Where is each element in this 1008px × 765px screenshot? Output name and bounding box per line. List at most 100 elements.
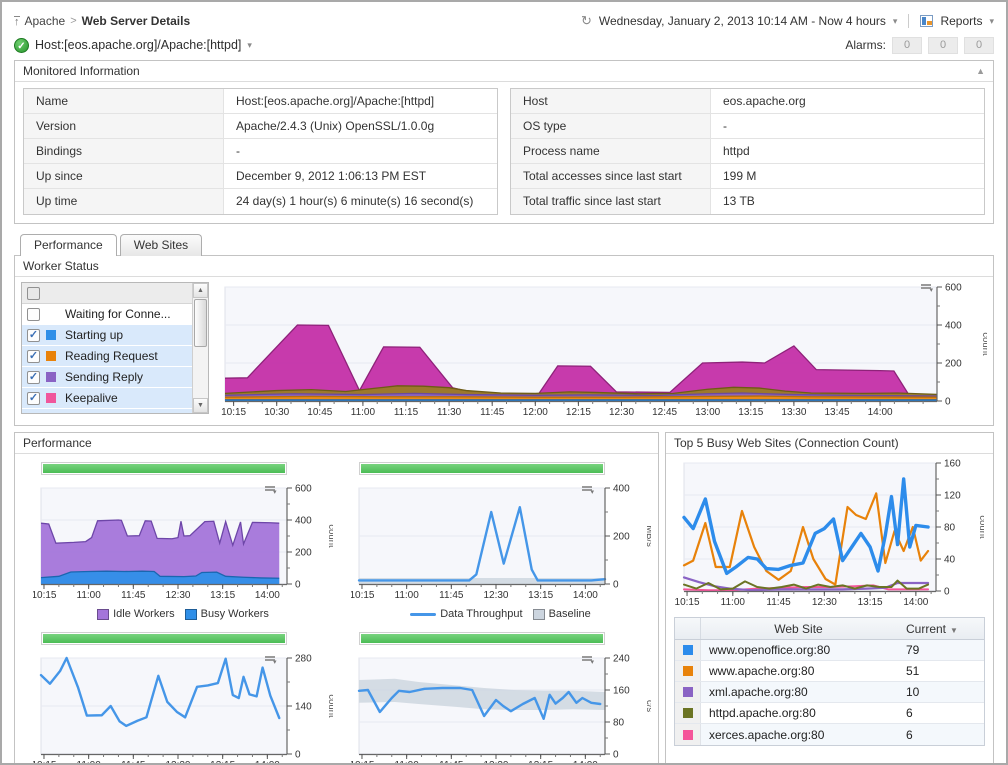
alarm-count[interactable]: 0 — [928, 37, 958, 54]
info-row: Up time24 day(s) 1 hour(s) 6 minute(s) 1… — [24, 189, 497, 214]
site-name: www.apache.org:80 — [701, 664, 896, 678]
info-label: Up time — [24, 189, 224, 214]
top-bar: ↑ Apache > Web Server Details ↻ Wednesda… — [14, 10, 994, 32]
series-row: ✓Reading Request — [22, 346, 192, 367]
table-row[interactable]: xerces.apache.org:806 — [675, 724, 984, 745]
svg-text:13:15: 13:15 — [210, 760, 235, 765]
chart-menu-icon[interactable]: ▾ — [919, 282, 933, 295]
open-connections-chart: 10:1511:0011:4512:3013:1514:000140280cou… — [33, 653, 337, 765]
collapse-icon[interactable]: ▲ — [976, 66, 985, 76]
series-label: Keepalive — [65, 391, 118, 405]
svg-text:11:45: 11:45 — [121, 760, 146, 765]
svg-text:12:30: 12:30 — [483, 590, 508, 601]
host-caret-icon[interactable]: ▾ — [247, 40, 252, 51]
svg-text:count: count — [977, 515, 984, 539]
breadcrumb-separator: > — [70, 15, 76, 27]
chart-menu-icon[interactable]: ▾ — [263, 654, 277, 667]
table-row[interactable]: www.apache.org:8051 — [675, 661, 984, 682]
svg-text:160: 160 — [613, 686, 630, 697]
site-color-swatch — [683, 666, 693, 676]
svg-text:10:15: 10:15 — [33, 760, 57, 765]
up-level-icon[interactable]: ↑ — [14, 16, 20, 27]
info-row: OS type- — [511, 114, 984, 139]
svg-text:14:00: 14:00 — [868, 407, 893, 418]
info-label: Up since — [24, 164, 224, 188]
alarm-count[interactable]: 0 — [964, 37, 994, 54]
col-web-site[interactable]: Web Site — [701, 622, 896, 636]
tab-web-sites[interactable]: Web Sites — [120, 234, 202, 256]
legend-item: Data Throughput — [410, 608, 522, 620]
svg-text:13:15: 13:15 — [210, 590, 235, 601]
site-current-value: 6 — [896, 728, 984, 742]
col-current[interactable]: Current▼ — [896, 622, 984, 636]
host-selector-label: Host:[eos.apache.org]/Apache:[httpd] — [35, 38, 241, 52]
svg-text:200: 200 — [945, 359, 962, 370]
table-row[interactable]: httpd.apache.org:806 — [675, 703, 984, 724]
svg-text:0: 0 — [945, 397, 951, 408]
svg-text:10:30: 10:30 — [264, 407, 289, 418]
scroll-up-icon[interactable]: ▲ — [193, 283, 208, 298]
info-label: Total accesses since last start — [511, 164, 711, 188]
legend-swatch — [185, 609, 197, 620]
svg-text:14:00: 14:00 — [572, 590, 597, 601]
svg-text:40: 40 — [944, 555, 956, 566]
legend-item: Idle Workers — [97, 608, 175, 620]
scrollbar[interactable]: ▲ ▼ — [192, 283, 208, 413]
series-checkbox[interactable] — [27, 308, 40, 321]
svg-text:MB/s: MB/s — [644, 525, 651, 547]
reports-button[interactable]: Reports — [940, 14, 982, 28]
site-name: httpd.apache.org:80 — [701, 706, 896, 720]
select-all-checkbox[interactable] — [27, 287, 40, 300]
worker-status-panel: Worker Status Waiting for Conne...✓Start… — [14, 255, 994, 426]
chart-menu-icon[interactable]: ▾ — [263, 484, 277, 497]
top-right-controls: ↻ Wednesday, January 2, 2013 10:14 AM - … — [581, 13, 994, 29]
table-row[interactable]: xml.apache.org:8010 — [675, 682, 984, 703]
chart-menu-icon[interactable]: ▾ — [580, 654, 594, 667]
svg-text:13:15: 13:15 — [858, 597, 883, 608]
svg-text:0: 0 — [944, 587, 950, 598]
svg-text:11:00: 11:00 — [351, 407, 376, 418]
site-color-swatch — [683, 645, 693, 655]
alarms: Alarms: 000 — [845, 37, 994, 54]
series-row: ✓Starting up — [22, 325, 192, 346]
svg-text:c/s: c/s — [644, 700, 651, 712]
site-color-swatch — [683, 730, 693, 740]
open-connections-chart-cell: 10:1511:0011:4512:3013:1514:000140280cou… — [19, 632, 337, 765]
svg-text:14:00: 14:00 — [255, 590, 280, 601]
info-row: VersionApache/2.4.3 (Unix) OpenSSL/1.0.0… — [24, 114, 497, 139]
scroll-thumb[interactable] — [194, 299, 207, 347]
series-label: Sending Reply — [65, 370, 143, 384]
scroll-down-icon[interactable]: ▼ — [193, 398, 208, 413]
series-label: DNS Lookup — [65, 412, 133, 414]
info-value: Apache/2.4.3 (Unix) OpenSSL/1.0.0g — [224, 114, 497, 138]
legend-swatch — [97, 609, 109, 620]
tab-performance[interactable]: Performance — [20, 234, 117, 256]
series-color-swatch — [46, 330, 56, 340]
svg-text:10:15: 10:15 — [33, 590, 57, 601]
svg-text:11:30: 11:30 — [437, 407, 462, 418]
chart-menu-icon[interactable]: ▾ — [580, 484, 594, 497]
idle-busy-workers-chart: 10:1511:0011:4512:3013:1514:000200400600… — [33, 483, 337, 606]
top5-web-sites-chart: 10:1511:0011:4512:3013:1514:000408012016… — [672, 458, 993, 613]
series-checkbox[interactable]: ✓ — [27, 392, 40, 405]
timerange-label[interactable]: Wednesday, January 2, 2013 10:14 AM - No… — [599, 14, 886, 28]
host-selector[interactable]: ✓ Host:[eos.apache.org]/Apache:[httpd] ▾ — [14, 38, 252, 53]
panel-title: Performance — [23, 436, 92, 450]
series-checkbox[interactable]: ✓ — [27, 350, 40, 363]
site-name: xerces.apache.org:80 — [701, 728, 896, 742]
svg-text:count: count — [326, 694, 333, 718]
series-color-swatch — [46, 351, 56, 361]
timerange-caret-icon[interactable]: ▾ — [893, 16, 898, 27]
svg-text:count: count — [980, 332, 987, 356]
timerange-icon: ↻ — [581, 13, 592, 29]
info-value: 24 day(s) 1 hour(s) 6 minute(s) 16 secon… — [224, 189, 497, 214]
series-checkbox[interactable]: ✓ — [27, 413, 40, 415]
legend-swatch — [410, 613, 436, 616]
reports-caret-icon[interactable]: ▾ — [989, 16, 994, 27]
svg-text:400: 400 — [613, 484, 630, 495]
alarm-count[interactable]: 0 — [892, 37, 922, 54]
table-row[interactable]: www.openoffice.org:8079 — [675, 640, 984, 661]
breadcrumb-root[interactable]: Apache — [25, 14, 66, 28]
series-checkbox[interactable]: ✓ — [27, 371, 40, 384]
series-checkbox[interactable]: ✓ — [27, 329, 40, 342]
